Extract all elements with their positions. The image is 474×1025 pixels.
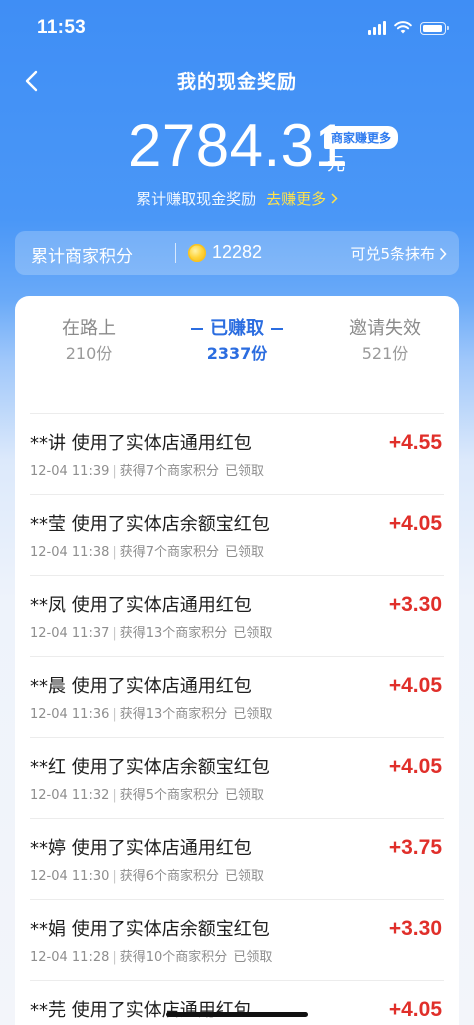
record-status: 已领取: [233, 950, 273, 965]
record-amount: +3.30: [388, 593, 442, 616]
coin-icon: [188, 244, 206, 262]
reward-summary: 2784.31 商家赚更多 元: [0, 114, 474, 188]
list-item[interactable]: **红 使用了实体店余额宝红包 12-04 11:32 | 获得5个商家积分 已领取 …: [30, 737, 444, 818]
record-meta: 12-04 11:39 | 获得7个商家积分 已领取: [30, 464, 265, 479]
record-status: 已领取: [225, 869, 265, 884]
record-desc: 获得7个商家积分: [119, 545, 220, 560]
record-meta: 12-04 11:37 | 获得13个商家积分 已领取: [30, 626, 273, 641]
points-value: 12282: [212, 242, 263, 262]
record-time: 12-04 11:28: [30, 950, 110, 965]
record-status: 已领取: [233, 626, 273, 641]
record-desc: 获得13个商家积分: [119, 626, 228, 641]
earn-more-badge[interactable]: 商家赚更多: [324, 126, 399, 149]
list-item[interactable]: **婷 使用了实体店通用红包 12-04 11:30 | 获得6个商家积分 已领取 +…: [30, 818, 444, 899]
record-desc: 获得7个商家积分: [119, 464, 220, 479]
record-amount: +4.05: [388, 512, 442, 535]
record-time: 12-04 11:37: [30, 626, 110, 641]
record-time: 12-04 11:39: [30, 464, 110, 479]
status-tabs: 在路上 210份 已赚取 2337份 邀请失效 521份: [15, 316, 459, 376]
status-icons: [368, 19, 449, 38]
record-amount: +3.75: [388, 836, 442, 859]
nav-bar: 我的现金奖励: [0, 58, 474, 104]
record-title: **莹 使用了实体店余额宝红包: [30, 514, 270, 535]
status-time: 11:53: [37, 17, 87, 38]
record-status: 已领取: [225, 545, 265, 560]
chevron-right-icon: [439, 247, 447, 260]
divider: [175, 243, 176, 263]
battery-icon: [420, 21, 449, 35]
tab-earned[interactable]: 已赚取 2337份: [163, 316, 311, 366]
record-status: 已领取: [225, 788, 265, 803]
record-meta: 12-04 11:28 | 获得10个商家积分 已领取: [30, 950, 273, 965]
record-time: 12-04 11:36: [30, 707, 110, 722]
record-title: **婷 使用了实体店通用红包: [30, 838, 252, 859]
tab-invite-expired[interactable]: 邀请失效 521份: [311, 316, 459, 366]
tab-count: 521份: [361, 344, 409, 363]
cellular-signal-icon: [368, 21, 386, 35]
chevron-right-icon: [331, 193, 338, 204]
reward-record-list: **讲 使用了实体店通用红包 12-04 11:39 | 获得7个商家积分 已领取 +…: [30, 413, 444, 1025]
record-meta: 12-04 11:36 | 获得13个商家积分 已领取: [30, 707, 273, 722]
tab-count: 2337份: [206, 344, 268, 363]
total-amount: 2784.31: [128, 112, 349, 179]
redeem-label: 可兑5条抹布: [350, 245, 435, 263]
summary-caption-line: 累计赚取现金奖励 去赚更多: [0, 188, 474, 209]
wifi-icon: [394, 19, 412, 38]
record-time: 12-04 11:30: [30, 869, 110, 884]
record-title: **晨 使用了实体店通用红包: [30, 676, 252, 697]
tab-label: 在路上: [62, 318, 116, 339]
status-bar: 11:53: [0, 0, 474, 58]
list-item[interactable]: **晨 使用了实体店通用红包 12-04 11:36 | 获得13个商家积分 已领取 …: [30, 656, 444, 737]
amount-unit: 元: [327, 154, 345, 175]
home-indicator[interactable]: [166, 1012, 308, 1017]
record-time: 12-04 11:38: [30, 545, 110, 560]
record-title: **芫 使用了实体店通用红包: [30, 1000, 252, 1021]
redeem-link[interactable]: 可兑5条抹布: [350, 243, 447, 264]
record-amount: +4.05: [388, 674, 442, 697]
merchant-points-bar[interactable]: 累计商家积分 12282 可兑5条抹布: [15, 231, 459, 275]
record-title: **讲 使用了实体店通用红包: [30, 433, 252, 454]
record-status: 已领取: [225, 464, 265, 479]
record-desc: 获得6个商家积分: [119, 869, 220, 884]
tab-in-transit[interactable]: 在路上 210份: [15, 316, 163, 366]
tab-count: 210份: [65, 344, 113, 363]
record-title: **红 使用了实体店余额宝红包: [30, 757, 270, 778]
earn-more-link-label: 去赚更多: [266, 190, 327, 208]
list-item[interactable]: **凤 使用了实体店通用红包 12-04 11:37 | 获得13个商家积分 已领取 …: [30, 575, 444, 656]
rewards-card: 在路上 210份 已赚取 2337份 邀请失效 521份 **讲 使用了实体店通…: [15, 296, 459, 1025]
points-label: 累计商家积分: [31, 247, 133, 267]
record-meta: 12-04 11:30 | 获得6个商家积分 已领取: [30, 869, 265, 884]
list-item[interactable]: **讲 使用了实体店通用红包 12-04 11:39 | 获得7个商家积分 已领取 +…: [30, 413, 444, 494]
record-title: **凤 使用了实体店通用红包: [30, 595, 252, 616]
summary-caption: 累计赚取现金奖励: [136, 190, 257, 208]
tab-label: 邀请失效: [349, 318, 421, 339]
record-amount: +4.55: [388, 431, 442, 454]
earn-more-link[interactable]: 去赚更多: [266, 190, 338, 208]
record-title: **娟 使用了实体店余额宝红包: [30, 919, 270, 940]
record-desc: 获得13个商家积分: [119, 707, 228, 722]
record-desc: 获得5个商家积分: [119, 788, 220, 803]
record-time: 12-04 11:32: [30, 788, 110, 803]
list-item[interactable]: **娟 使用了实体店余额宝红包 12-04 11:28 | 获得10个商家积分 已领取…: [30, 899, 444, 980]
list-item[interactable]: **芫 使用了实体店通用红包 +4.05: [30, 980, 444, 1025]
record-amount: +4.05: [388, 755, 442, 778]
record-meta: 12-04 11:32 | 获得5个商家积分 已领取: [30, 788, 265, 803]
page-title: 我的现金奖励: [176, 71, 297, 93]
record-desc: 获得10个商家积分: [119, 950, 228, 965]
tab-label: 已赚取: [163, 316, 311, 342]
record-status: 已领取: [233, 707, 273, 722]
record-amount: +4.05: [388, 998, 442, 1021]
record-amount: +3.30: [388, 917, 442, 940]
list-item[interactable]: **莹 使用了实体店余额宝红包 12-04 11:38 | 获得7个商家积分 已领取 …: [30, 494, 444, 575]
record-meta: 12-04 11:38 | 获得7个商家积分 已领取: [30, 545, 265, 560]
